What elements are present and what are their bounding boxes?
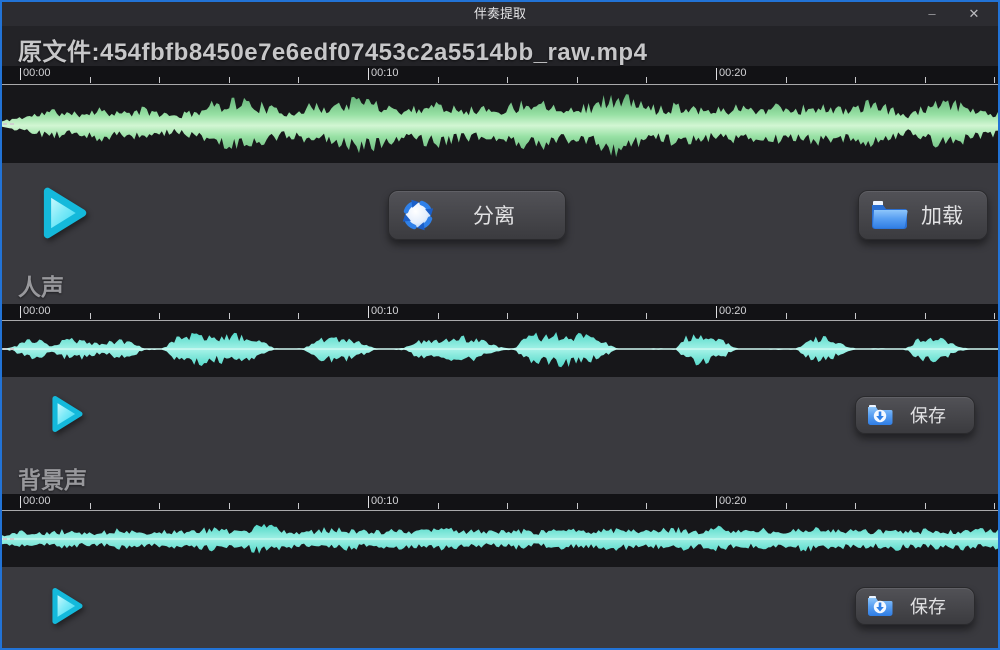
vocals-section-label: 人声: [18, 268, 64, 302]
waveform-background[interactable]: [2, 511, 998, 567]
minimize-icon[interactable]: –: [916, 2, 948, 26]
sync-icon: [399, 196, 437, 234]
close-icon[interactable]: ✕: [958, 2, 990, 26]
play-icon: [32, 182, 94, 244]
save-folder-icon: [866, 594, 894, 618]
waveform-vocals[interactable]: [2, 321, 998, 377]
separate-button-label: 分离: [437, 200, 551, 230]
save-vocals-label: 保存: [894, 402, 962, 428]
play-background-button[interactable]: [44, 584, 88, 628]
load-button[interactable]: 加载: [858, 190, 988, 240]
save-folder-icon: [866, 403, 894, 427]
source-file-header: 原文件:454fbfb8450e7e6edf07453c2a5514bb_raw…: [2, 26, 998, 66]
play-icon: [44, 584, 88, 628]
timeline-ruler-background: 00:0000:1000:20: [2, 494, 998, 511]
background-section-label: 背景声: [18, 461, 87, 495]
timeline-ruler-vocals: 00:0000:1000:20: [2, 304, 998, 321]
save-background-button[interactable]: 保存: [855, 587, 975, 625]
accompaniment-extractor-window: 伴奏提取 – ✕ 原文件:454fbfb8450e7e6edf07453c2a5…: [0, 0, 1000, 650]
separate-button[interactable]: 分离: [388, 190, 566, 240]
load-button-label: 加载: [909, 200, 975, 230]
save-vocals-button[interactable]: 保存: [855, 396, 975, 434]
source-file-name: 原文件:454fbfb8450e7e6edf07453c2a5514bb_raw…: [2, 26, 998, 67]
play-icon: [44, 392, 88, 436]
title-bar[interactable]: 伴奏提取 – ✕: [2, 2, 998, 26]
play-vocals-button[interactable]: [44, 392, 88, 436]
timeline-ruler-original: 00:0000:1000:20: [2, 66, 998, 85]
waveform-original[interactable]: [2, 85, 998, 163]
save-background-label: 保存: [894, 593, 962, 619]
play-original-button[interactable]: [32, 182, 94, 244]
window-title: 伴奏提取: [2, 2, 998, 26]
folder-open-icon: [869, 198, 909, 232]
